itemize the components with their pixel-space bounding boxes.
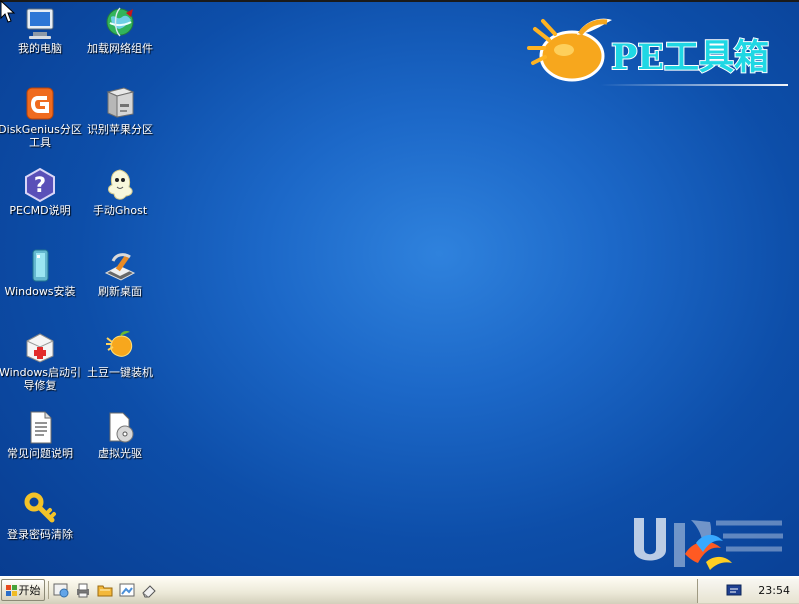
desktop-icon-virtual-drive[interactable]: 虚拟光驱 xyxy=(80,410,160,484)
help-icon: ? xyxy=(22,167,58,203)
printer-icon[interactable] xyxy=(74,581,92,599)
desktop-icon-my-computer[interactable]: 我的电脑 xyxy=(0,5,80,79)
desktop-icon-diskgenius[interactable]: DiskGenius分区工具 xyxy=(0,86,82,160)
boot-repair-icon xyxy=(22,329,58,365)
diskgenius-icon xyxy=(22,86,58,122)
virtual-drive-icon xyxy=(102,410,138,446)
desktop-icon-label: Windows安装 xyxy=(4,285,76,298)
pe-toolbox-logo: PE工具箱 xyxy=(527,18,770,82)
clock[interactable]: 23:54 xyxy=(758,584,790,597)
refresh-desktop-icon xyxy=(102,248,138,284)
desktop-icon-load-network[interactable]: 加载网络组件 xyxy=(80,5,160,79)
quick-launch-toolbar xyxy=(48,581,158,599)
desktop-icon-label: 常见问题说明 xyxy=(7,447,73,460)
desktop-icon-label: PECMD说明 xyxy=(9,204,71,217)
start-button[interactable]: 开始 xyxy=(1,579,45,601)
image-viewer-icon[interactable] xyxy=(118,581,136,599)
desktop-icon-refresh-desktop[interactable]: 刷新桌面 xyxy=(80,248,160,322)
desktop-icon-label: 刷新桌面 xyxy=(98,285,142,298)
desktop-icon-mac-partition[interactable]: 识别苹果分区 xyxy=(80,86,160,160)
key-icon xyxy=(22,491,58,527)
desktop-icon-windows-install[interactable]: Windows安装 xyxy=(0,248,80,322)
input-method-icon[interactable] xyxy=(726,582,742,598)
desktop-icon-label: 加载网络组件 xyxy=(87,42,153,55)
document-icon xyxy=(22,410,58,446)
potato-install-icon xyxy=(102,329,138,365)
drive-icon xyxy=(102,86,138,122)
desktop-icon-faq[interactable]: 常见问题说明 xyxy=(0,410,80,484)
brand-text: PE工具箱 xyxy=(611,37,769,78)
logo-underline xyxy=(600,84,788,86)
desktop-icon-label: 手动Ghost xyxy=(92,204,148,217)
desktop-icon-potato-install[interactable]: 土豆一键装机 xyxy=(80,329,160,403)
desktop-icon-label: 土豆一键装机 xyxy=(87,366,153,379)
eraser-icon[interactable] xyxy=(140,581,158,599)
system-tray: 23:54 xyxy=(697,579,799,603)
potato-logo-icon xyxy=(527,18,612,82)
windows-start-icon xyxy=(5,584,17,596)
desktop-icon-label: 虚拟光驱 xyxy=(98,447,142,460)
desktop-icon-label: 识别苹果分区 xyxy=(87,123,153,136)
windows-install-icon xyxy=(22,248,58,284)
network-globe-icon xyxy=(102,5,138,41)
site-watermark xyxy=(634,518,783,570)
desktop-icon-label: 我的电脑 xyxy=(18,42,62,55)
desktop-icon-manual-ghost[interactable]: 手动Ghost xyxy=(80,167,160,241)
desktop-icon-label: DiskGenius分区工具 xyxy=(0,123,82,149)
desktop-icon-label: 登录密码清除 xyxy=(7,528,73,541)
folder-icon[interactable] xyxy=(96,581,114,599)
desktop-icon-windows-boot-repair[interactable]: Windows启动引导修复 xyxy=(0,329,81,403)
desktop-settings-icon[interactable] xyxy=(52,581,70,599)
desktop-icon-password-clear[interactable]: 登录密码清除 xyxy=(0,491,80,565)
desktop-background[interactable]: 我的电脑 加载网络组件 DiskGenius分区工具 识别苹果分区 ? PECM… xyxy=(0,0,799,604)
desktop-icon-pecmd-help[interactable]: ? PECMD说明 xyxy=(0,167,80,241)
taskbar[interactable]: 开始 23:54 xyxy=(0,576,799,604)
svg-text:?: ? xyxy=(34,173,46,197)
desktop-icon-label: Windows启动引导修复 xyxy=(0,366,82,392)
start-label: 开始 xyxy=(18,584,41,597)
ghost-icon xyxy=(102,167,138,203)
computer-icon xyxy=(22,5,58,41)
